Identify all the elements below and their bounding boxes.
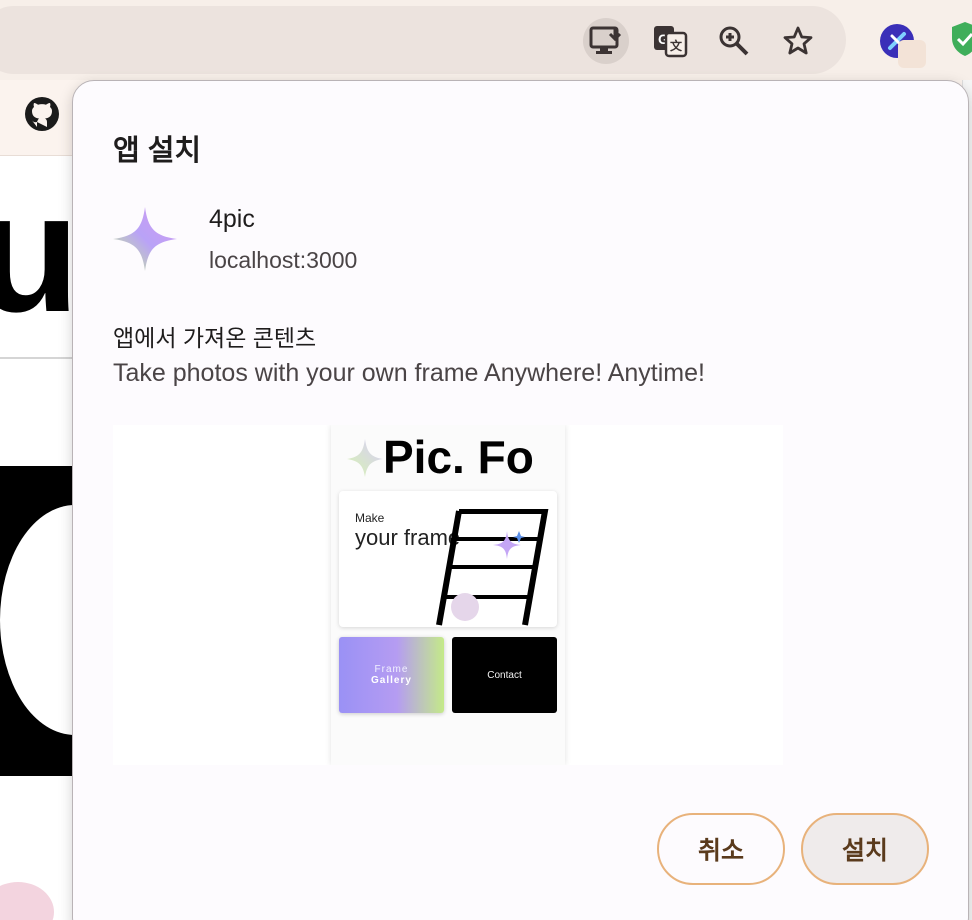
dialog-title: 앱 설치 xyxy=(113,135,202,167)
screenshot-phone: Pic. Fo Make your frame Frame Gallery Co… xyxy=(331,425,565,765)
install-app-button[interactable] xyxy=(583,18,629,64)
preview-gallery-bottom-text: Gallery xyxy=(371,675,412,686)
sparkle-star-icon xyxy=(113,207,177,271)
preview-logo-star-icon xyxy=(347,439,383,477)
translate-icon: G 文 xyxy=(654,26,688,58)
github-icon[interactable] xyxy=(24,96,60,132)
preview-film-frame-illustration xyxy=(436,509,549,626)
background-divider xyxy=(0,357,72,359)
background-heading: u xyxy=(0,158,80,348)
preview-gallery-tile: Frame Gallery xyxy=(339,637,444,713)
description-heading: 앱에서 가져온 콘텐츠 xyxy=(113,325,317,351)
extension-shield-icon[interactable] xyxy=(950,20,972,58)
extension-badge xyxy=(898,40,926,68)
preview-contact-text: Contact xyxy=(487,669,522,681)
install-app-icon xyxy=(589,26,622,54)
preview-contact-tile: Contact xyxy=(452,637,557,713)
zoom-button[interactable] xyxy=(711,18,757,64)
install-button[interactable]: 설치 xyxy=(801,813,929,885)
preview-frame-card: Make your frame xyxy=(339,491,557,627)
background-decoration xyxy=(0,882,54,920)
bookmark-star-icon xyxy=(783,26,813,55)
translate-button[interactable]: G 文 xyxy=(647,18,693,64)
install-app-dialog: 앱 설치 4pic localhost:3000 앱에서 가져온 콘텐츠 Tak… xyxy=(72,80,969,920)
cancel-button[interactable]: 취소 xyxy=(657,813,785,885)
svg-text:文: 文 xyxy=(670,38,683,53)
bookmark-button[interactable] xyxy=(775,18,821,64)
app-screenshot-preview: Pic. Fo Make your frame Frame Gallery Co… xyxy=(113,425,783,765)
app-description: Take photos with your own frame Anywhere… xyxy=(113,359,705,387)
preview-card-small-text: Make xyxy=(355,511,385,525)
preview-logo-text: Pic. Fo xyxy=(383,431,534,483)
preview-gallery-top-text: Frame xyxy=(374,664,409,675)
zoom-icon xyxy=(719,26,749,56)
app-origin: localhost:3000 xyxy=(209,247,358,273)
app-name: 4pic xyxy=(209,205,255,233)
browser-toolbar: G 文 xyxy=(0,0,972,80)
